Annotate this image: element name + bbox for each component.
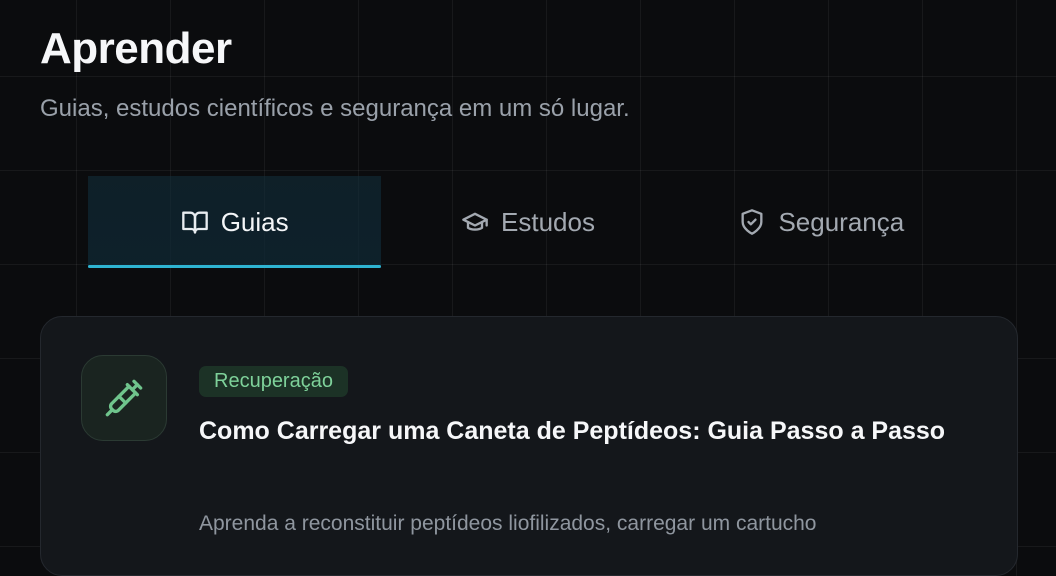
- syringe-icon: [81, 355, 167, 441]
- tab-bar: Guias Estudos Segurança: [88, 176, 968, 268]
- page-title: Aprender: [40, 24, 232, 73]
- tab-label: Guias: [220, 206, 289, 237]
- shield-check-icon: [738, 208, 766, 236]
- category-badge: Recuperação: [199, 366, 348, 397]
- tab-seguranca[interactable]: Segurança: [675, 176, 968, 268]
- book-open-icon: [181, 208, 209, 236]
- guide-card[interactable]: Recuperação Como Carregar uma Caneta de …: [40, 316, 1018, 576]
- tab-guias[interactable]: Guias: [88, 176, 382, 268]
- tab-estudos[interactable]: Estudos: [381, 176, 674, 268]
- card-description: Aprenda a reconstituir peptídeos liofili…: [199, 512, 817, 535]
- card-title: Como Carregar uma Caneta de Peptídeos: G…: [199, 417, 946, 445]
- graduation-cap-icon: [461, 208, 489, 236]
- tab-label: Segurança: [778, 206, 905, 237]
- page-subtitle: Guias, estudos científicos e segurança e…: [40, 95, 630, 122]
- tab-label: Estudos: [501, 206, 595, 237]
